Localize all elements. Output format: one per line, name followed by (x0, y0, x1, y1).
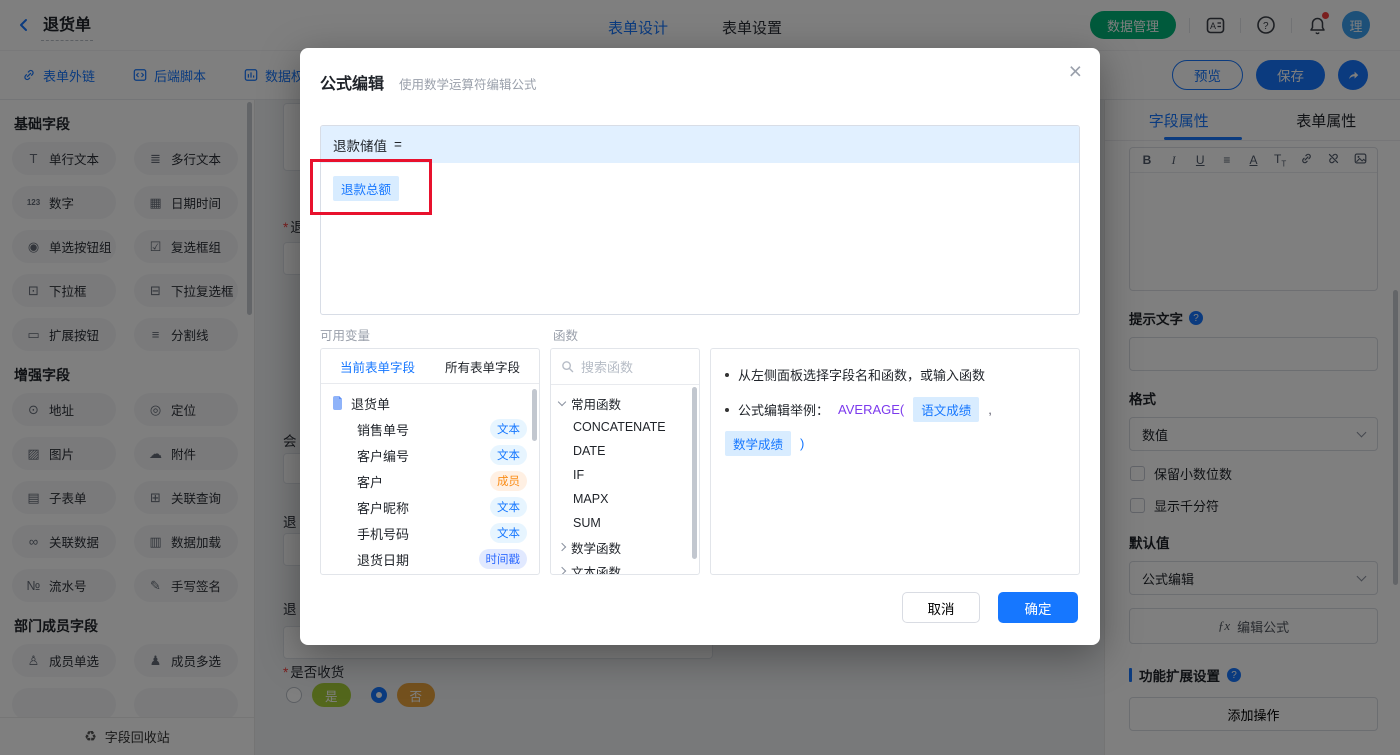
chevron-right-icon (557, 542, 567, 552)
type-badge: 成员 (490, 471, 527, 491)
type-badge: 文本 (490, 445, 527, 465)
variables-root-node[interactable]: 退货单 (331, 390, 539, 416)
formula-editor[interactable]: 退款储值 = 退款总额 (320, 125, 1080, 315)
functions-panel: 搜索函数 常用函数 CONCATENATE DATE IF MAPX SUM 数… (550, 348, 700, 575)
variables-label: 可用变量 (320, 329, 371, 343)
modal-title: 公式编辑 (320, 76, 385, 93)
example-close-paren: ) (800, 436, 805, 451)
function-item[interactable]: CONCATENATE (551, 415, 699, 439)
type-badge: 文本 (490, 523, 527, 543)
formula-edit-modal: 公式编辑 使用数学运算符编辑公式 × 退款储值 = 退款总额 可用变量 函数 当… (300, 48, 1100, 645)
variable-row[interactable]: 客户编号 文本 (331, 442, 539, 468)
help-line-1: 从左侧面板选择字段名和函数，或输入函数 (738, 368, 986, 383)
variables-panel: 当前表单字段 所有表单字段 退货单 销售单号 文本 客户编号 文本 客户 成员 客户昵… (320, 348, 540, 575)
form-doc-icon (333, 396, 342, 410)
confirm-button[interactable]: 确定 (998, 592, 1078, 623)
variable-row[interactable]: 手机号码 文本 (331, 520, 539, 546)
example-field-tag: 语文成绩 (913, 397, 980, 422)
search-placeholder: 搜索函数 (581, 360, 634, 375)
example-field-tag: 数学成绩 (725, 431, 792, 456)
function-search[interactable]: 搜索函数 (551, 349, 699, 385)
example-function-name: AVERAGE( (838, 402, 905, 417)
type-badge: 文本 (490, 419, 527, 439)
variable-row[interactable]: 退货日期 时间戳 (331, 546, 539, 572)
function-item[interactable]: SUM (551, 511, 699, 535)
example-comma: , (988, 402, 992, 417)
close-icon[interactable]: × (1069, 60, 1082, 83)
variables-scrollbar[interactable] (532, 389, 537, 441)
chevron-down-icon (557, 397, 567, 406)
function-group-text[interactable]: 文本函数 (551, 559, 699, 574)
search-icon (562, 361, 574, 373)
functions-label: 函数 (553, 329, 579, 343)
help-example-prefix: 公式编辑举例： (738, 403, 830, 418)
formula-help-panel: 从左侧面板选择字段名和函数，或输入函数 公式编辑举例： AVERAGE( 语文成… (710, 348, 1080, 575)
function-item[interactable]: MAPX (551, 487, 699, 511)
tab-current-form-fields[interactable]: 当前表单字段 (340, 357, 415, 376)
variable-row[interactable]: 销售单号 文本 (331, 416, 539, 442)
cancel-button[interactable]: 取消 (902, 592, 980, 623)
formula-input-area[interactable]: 退款总额 (321, 163, 1079, 214)
formula-field-tag[interactable]: 退款总额 (333, 176, 400, 201)
equals-sign: = (394, 137, 402, 152)
formula-target: 退款储值 (333, 138, 387, 154)
bullet-icon (725, 407, 729, 412)
app-root: 退货单 表单设计 表单设置 数据管理 A ? 理 表单外链 (0, 0, 1400, 755)
tab-all-form-fields[interactable]: 所有表单字段 (445, 357, 520, 376)
type-badge: 时间戳 (478, 549, 527, 569)
bullet-icon (725, 372, 729, 377)
function-group-common[interactable]: 常用函数 (551, 391, 699, 415)
formula-target-bar: 退款储值 = (321, 126, 1079, 163)
variable-row[interactable]: 客户 成员 (331, 468, 539, 494)
function-item[interactable]: DATE (551, 439, 699, 463)
functions-scrollbar[interactable] (692, 387, 697, 559)
function-item[interactable]: IF (551, 463, 699, 487)
chevron-right-icon (557, 566, 567, 574)
function-group-math[interactable]: 数学函数 (551, 535, 699, 559)
type-badge: 文本 (490, 497, 527, 517)
modal-subtitle: 使用数学运算符编辑公式 (399, 78, 537, 92)
variable-row[interactable]: 客户昵称 文本 (331, 494, 539, 520)
